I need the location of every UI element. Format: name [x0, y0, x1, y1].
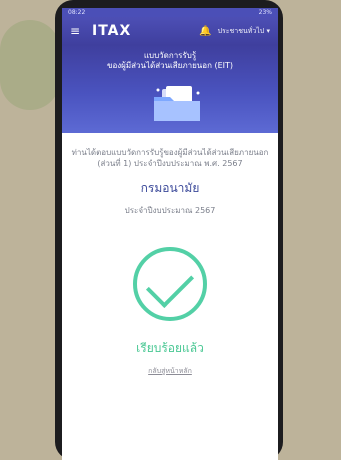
status-battery: 23%: [258, 9, 272, 16]
result-content: ท่านได้ตอบแบบวัดการรับรู้ของผู้มีส่วนได้…: [62, 147, 278, 377]
user-menu[interactable]: ประชาชนทั่วไป ▾: [218, 26, 270, 37]
success-check-icon: [133, 247, 207, 321]
survey-hero: แบบวัดการรับรู้ ของผู้มีส่วนได้ส่วนเสียภ…: [62, 45, 278, 133]
back-home-link[interactable]: กลับสู่หน้าหลัก: [68, 366, 272, 377]
status-bar: 08:22 23%: [62, 8, 278, 17]
status-time: 08:22: [68, 9, 86, 16]
itax-logo: ITAX: [92, 23, 132, 39]
notification-bell-icon[interactable]: 🔔: [199, 26, 211, 37]
organization-name: กรมอนามัย: [140, 181, 200, 195]
success-message: เรียบร้อยแล้ว: [136, 341, 204, 355]
hero-subtitle: ของผู้มีส่วนได้ส่วนเสียภายนอก (EIT): [106, 61, 233, 70]
fiscal-year: ประจำปีงบประมาณ 2567: [124, 206, 216, 215]
result-description: ท่านได้ตอบแบบวัดการรับรู้ของผู้มีส่วนได้…: [71, 148, 269, 168]
menu-icon[interactable]: ≡: [70, 24, 86, 38]
top-navigation: ≡ ITAX 🔔 ประชาชนทั่วไป ▾: [62, 17, 278, 45]
background-plant: [0, 20, 60, 110]
hero-title: แบบวัดการรับรู้: [143, 51, 197, 60]
app-screen: 08:22 23% ≡ ITAX 🔔 ประชาชนทั่วไป ▾ แบบวั…: [62, 8, 278, 460]
document-folder-icon: [154, 86, 200, 121]
